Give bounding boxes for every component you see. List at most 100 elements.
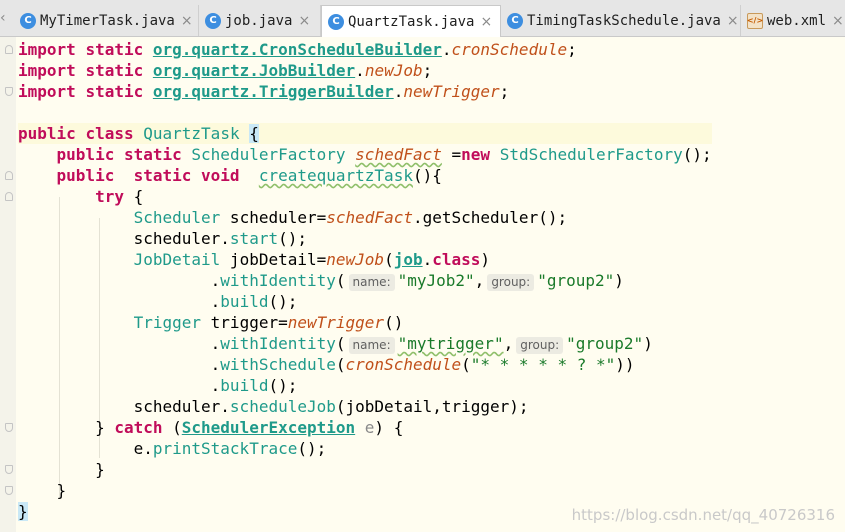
punct: . <box>441 40 452 59</box>
keyword: try <box>95 187 124 206</box>
method-name: scheduleJob <box>229 397 336 416</box>
fold-icon[interactable] <box>5 486 13 495</box>
method-name: build <box>220 376 269 395</box>
code-line-11: JobDetail jobDetail=newJob(job.class) <box>18 249 712 270</box>
fold-icon[interactable] <box>5 423 13 432</box>
variable: jobDetail= <box>220 250 327 269</box>
tab-scroll-left-icon[interactable]: ‹ <box>0 10 6 26</box>
import-path[interactable]: org.quartz.TriggerBuilder <box>153 82 394 101</box>
punct: (); <box>297 439 327 458</box>
parameter-hint: group: <box>487 274 535 291</box>
fold-icon[interactable] <box>5 45 13 54</box>
punct: (jobDetail,trigger); <box>335 397 529 416</box>
punct: ) <box>480 250 491 269</box>
type-name: Scheduler <box>133 208 221 227</box>
string-literal: "myJob2" <box>397 271 475 290</box>
unused-variable: e <box>355 418 375 437</box>
punct: . <box>210 355 221 374</box>
tab-timingtaskschedule[interactable]: C TimingTaskSchedule.java × <box>501 5 741 36</box>
method-name: createquartzTask <box>258 166 413 185</box>
close-icon[interactable]: × <box>480 14 492 30</box>
punct: . <box>422 250 433 269</box>
constructor: StdSchedulerFactory <box>499 145 683 164</box>
punct: (); <box>268 376 298 395</box>
xml-file-icon: </> <box>747 12 763 29</box>
keyword: catch <box>114 418 163 437</box>
type-name: Trigger <box>133 313 202 332</box>
punct: ; <box>499 82 510 101</box>
code-line-22: } <box>18 480 712 501</box>
code-line-8: try { <box>18 186 712 207</box>
keyword: public <box>56 166 115 185</box>
punct: ) <box>643 334 653 353</box>
code-line-5: public class QuartzTask { <box>18 123 712 144</box>
keyword: public <box>18 124 76 143</box>
method-name: build <box>220 292 269 311</box>
fold-icon[interactable] <box>5 465 13 474</box>
punct: )) <box>615 355 635 374</box>
parameter-hint: group: <box>516 337 564 354</box>
code-line-6: public static SchedulerFactory schedFact… <box>18 144 712 165</box>
close-icon[interactable]: × <box>298 13 310 29</box>
import-path[interactable]: org.quartz.JobBuilder <box>153 61 355 80</box>
punct: , <box>474 271 485 290</box>
type-name: SchedulerFactory <box>191 145 346 164</box>
code-line-20: e.printStackTrace(); <box>18 438 712 459</box>
keyword: import <box>18 61 76 80</box>
tab-job[interactable]: C job.java × <box>199 5 321 36</box>
fold-icon[interactable] <box>5 192 13 201</box>
keyword: new <box>461 145 491 164</box>
keyword: static <box>85 61 144 80</box>
code-line-10: scheduler.start(); <box>18 228 712 249</box>
fold-icon[interactable] <box>5 171 13 180</box>
field-name: schedFact <box>355 145 442 164</box>
tab-quartztask[interactable]: C QuartzTask.java × <box>321 5 501 37</box>
close-icon[interactable]: × <box>727 13 739 29</box>
punct: { <box>123 187 144 206</box>
method-name: printStackTrace <box>152 439 298 458</box>
parameter-hint: name: <box>348 337 395 354</box>
punct: , <box>503 334 514 353</box>
field-name: schedFact <box>326 208 413 227</box>
keyword: static <box>133 166 192 185</box>
static-method: cronSchedule <box>451 40 568 59</box>
tab-web-xml[interactable]: </> web.xml × <box>741 5 845 36</box>
close-icon[interactable]: × <box>181 13 193 29</box>
static-method: newJob <box>326 250 385 269</box>
variable: scheduler. <box>133 397 230 416</box>
static-method: newTrigger <box>287 313 385 332</box>
code-line-9: Scheduler scheduler=schedFact.getSchedul… <box>18 207 712 228</box>
variable: scheduler= <box>220 208 327 227</box>
code-area[interactable]: import static org.quartz.CronScheduleBui… <box>18 39 712 522</box>
code-line-21: } <box>18 459 712 480</box>
code-line-14: Trigger trigger=newTrigger() <box>18 312 712 333</box>
method-call: .getScheduler(); <box>412 208 568 227</box>
code-line-3: import static org.quartz.TriggerBuilder.… <box>18 81 712 102</box>
keyword: void <box>201 166 240 185</box>
punct: } <box>95 460 105 479</box>
code-editor[interactable]: import static org.quartz.CronScheduleBui… <box>0 37 845 532</box>
code-line-19: } catch (SchedulerException e) { <box>18 417 712 438</box>
punct: (); <box>278 229 307 248</box>
class-reference[interactable]: SchedulerException <box>182 418 355 437</box>
punct: () <box>384 313 404 332</box>
punct: ( <box>162 418 182 437</box>
import-path[interactable]: org.quartz.CronScheduleBuilder <box>153 40 442 59</box>
punct: ; <box>567 40 577 59</box>
variable: trigger= <box>201 313 288 332</box>
tab-label: TimingTaskSchedule.java <box>527 12 721 29</box>
tab-label: job.java <box>225 12 293 29</box>
punct: ; <box>422 61 433 80</box>
class-reference[interactable]: job <box>394 250 423 269</box>
punct: ( <box>335 355 346 374</box>
keyword: class <box>85 124 134 143</box>
java-class-icon: C <box>20 12 36 29</box>
tab-label: MyTimerTask.java <box>40 12 175 29</box>
tab-mytimertask[interactable]: C MyTimerTask.java × <box>14 5 199 36</box>
tab-label: QuartzTask.java <box>348 13 475 30</box>
method-name: withSchedule <box>220 355 336 374</box>
close-icon[interactable]: × <box>832 13 844 29</box>
fold-icon[interactable] <box>5 87 13 96</box>
punct: ( <box>335 334 346 353</box>
